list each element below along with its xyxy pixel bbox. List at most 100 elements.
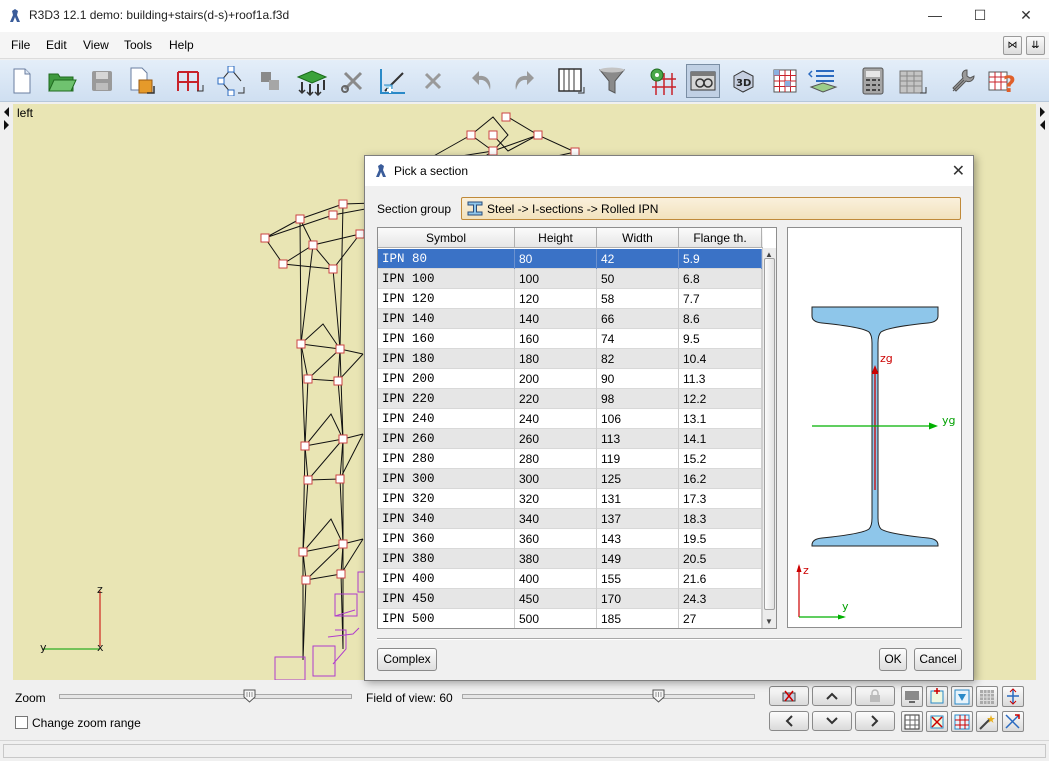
magic-wand-button[interactable] (976, 711, 998, 732)
table-row[interactable]: IPN 160 160 74 9.5 (378, 329, 762, 349)
frame-grid-button[interactable] (951, 711, 973, 732)
grid-icon[interactable] (768, 64, 802, 98)
table-row[interactable]: IPN 120 120 58 7.7 (378, 289, 762, 309)
table-row[interactable]: IPN 380 380 149 20.5 (378, 549, 762, 569)
fov-slider-thumb[interactable] (652, 689, 665, 703)
minimize-button[interactable]: — (912, 0, 958, 30)
table-row[interactable]: IPN 340 340 137 18.3 (378, 509, 762, 529)
ok-button[interactable]: OK (879, 648, 907, 671)
table-row[interactable]: IPN 360 360 143 19.5 (378, 529, 762, 549)
cut-icon[interactable] (336, 64, 370, 98)
right-pane-handle[interactable] (1036, 104, 1049, 680)
table-row[interactable]: IPN 220 220 98 12.2 (378, 389, 762, 409)
table-row[interactable]: IPN 200 200 90 11.3 (378, 369, 762, 389)
zoom-slider[interactable] (59, 694, 352, 699)
column-header-width[interactable]: Width (597, 228, 679, 248)
add-view-button[interactable] (926, 686, 948, 707)
table-row[interactable]: IPN 240 240 106 13.1 (378, 409, 762, 429)
menu-view[interactable]: View (83, 38, 109, 52)
lock-view-button[interactable] (855, 686, 895, 706)
table-row[interactable]: IPN 400 400 155 21.6 (378, 569, 762, 589)
pan-up-button[interactable] (812, 686, 852, 706)
table-icon[interactable] (896, 64, 930, 98)
collapse-panel-button[interactable]: ⇊ (1026, 36, 1045, 55)
view-render-icon[interactable] (686, 64, 720, 98)
list-icon[interactable] (806, 64, 840, 98)
menu-bar: File Edit View Tools Help ⋈ ⇊ (0, 32, 1049, 59)
wrench-icon[interactable] (946, 64, 980, 98)
elements-icon[interactable] (254, 64, 288, 98)
table-row[interactable]: IPN 260 260 113 14.1 (378, 429, 762, 449)
table-row[interactable]: IPN 80 80 42 5.9 (378, 249, 762, 269)
cell-width: 90 (597, 369, 679, 389)
new-file-icon[interactable] (5, 64, 39, 98)
table-row[interactable]: IPN 180 180 82 10.4 (378, 349, 762, 369)
calculator-icon[interactable] (856, 64, 890, 98)
change-zoom-range-checkbox[interactable] (15, 716, 28, 729)
restore-panel-button[interactable]: ⋈ (1003, 36, 1022, 55)
table-row[interactable]: IPN 140 140 66 8.6 (378, 309, 762, 329)
zoom-slider-thumb[interactable] (243, 689, 256, 703)
dimension-icon[interactable] (376, 64, 410, 98)
gear-grid-icon[interactable] (645, 64, 679, 98)
column-header-symbol[interactable]: Symbol (378, 228, 515, 248)
pan-left-button[interactable] (769, 711, 809, 731)
cell-symbol: IPN 500 (378, 609, 515, 628)
save-as-icon[interactable] (125, 64, 159, 98)
table-row[interactable]: IPN 100 100 50 6.8 (378, 269, 762, 289)
dialog-close-button[interactable]: ✕ (952, 161, 965, 181)
left-pane-handle[interactable] (0, 104, 13, 680)
menu-edit[interactable]: Edit (46, 38, 67, 52)
3d-view-icon[interactable]: 3D (726, 64, 760, 98)
table-row[interactable]: IPN 300 300 125 16.2 (378, 469, 762, 489)
table-row[interactable]: IPN 280 280 119 15.2 (378, 449, 762, 469)
menu-help[interactable]: Help (169, 38, 194, 52)
menu-file[interactable]: File (11, 38, 30, 52)
supports-icon[interactable] (295, 64, 329, 98)
column-header-flange-thickness[interactable]: Flange th. (679, 228, 762, 248)
fov-slider[interactable] (462, 694, 755, 699)
table-row[interactable]: IPN 320 320 131 17.3 (378, 489, 762, 509)
delete-icon[interactable] (416, 64, 450, 98)
redo-icon[interactable] (506, 64, 540, 98)
table-scrollbar[interactable]: ▲ ▼ (762, 248, 776, 628)
mesh-icon[interactable] (554, 64, 588, 98)
filter-view-button[interactable] (951, 686, 973, 707)
help-icon[interactable]: ? (986, 64, 1020, 98)
save-icon[interactable] (85, 64, 119, 98)
magic-wand-icon (979, 715, 995, 730)
undo-icon[interactable] (466, 64, 500, 98)
monitor-view-button[interactable] (901, 686, 923, 707)
reset-view-button[interactable] (769, 686, 809, 706)
maximize-button[interactable]: ☐ (957, 0, 1003, 30)
cell-symbol: IPN 80 (378, 249, 515, 269)
scale-view-button[interactable] (1002, 686, 1024, 707)
section-group-select[interactable]: Steel -> I-sections -> Rolled IPN (461, 197, 961, 220)
close-button[interactable]: ✕ (1003, 0, 1049, 30)
grid-view-button[interactable] (976, 686, 998, 707)
complex-button[interactable]: Complex (377, 648, 437, 671)
cancel-button[interactable]: Cancel (914, 648, 962, 671)
open-folder-icon[interactable] (45, 64, 79, 98)
menu-tools[interactable]: Tools (124, 38, 152, 52)
frame-delete-button[interactable] (926, 711, 948, 732)
pan-down-button[interactable] (812, 711, 852, 731)
scrollbar-thumb[interactable] (764, 258, 775, 610)
table-row[interactable]: IPN 450 450 170 24.3 (378, 589, 762, 609)
cell-flange-thickness: 9.5 (679, 329, 762, 349)
cell-symbol: IPN 450 (378, 589, 515, 609)
table-row[interactable]: IPN 500 500 185 27 (378, 609, 762, 628)
node-icon[interactable] (214, 64, 248, 98)
expand-right-icon[interactable] (1036, 104, 1049, 144)
pan-right-button[interactable] (855, 711, 895, 731)
cell-symbol: IPN 380 (378, 549, 515, 569)
cell-flange-thickness: 27 (679, 609, 762, 628)
column-header-height[interactable]: Height (515, 228, 597, 248)
scroll-down-icon[interactable]: ▼ (765, 617, 773, 626)
filter-icon[interactable] (595, 64, 629, 98)
expand-left-icon[interactable] (0, 104, 13, 144)
frame-icon[interactable] (172, 64, 206, 98)
frame-select-button[interactable] (901, 711, 923, 732)
arrows-view-button[interactable] (1002, 711, 1024, 732)
axis-y-label: y (40, 641, 47, 654)
